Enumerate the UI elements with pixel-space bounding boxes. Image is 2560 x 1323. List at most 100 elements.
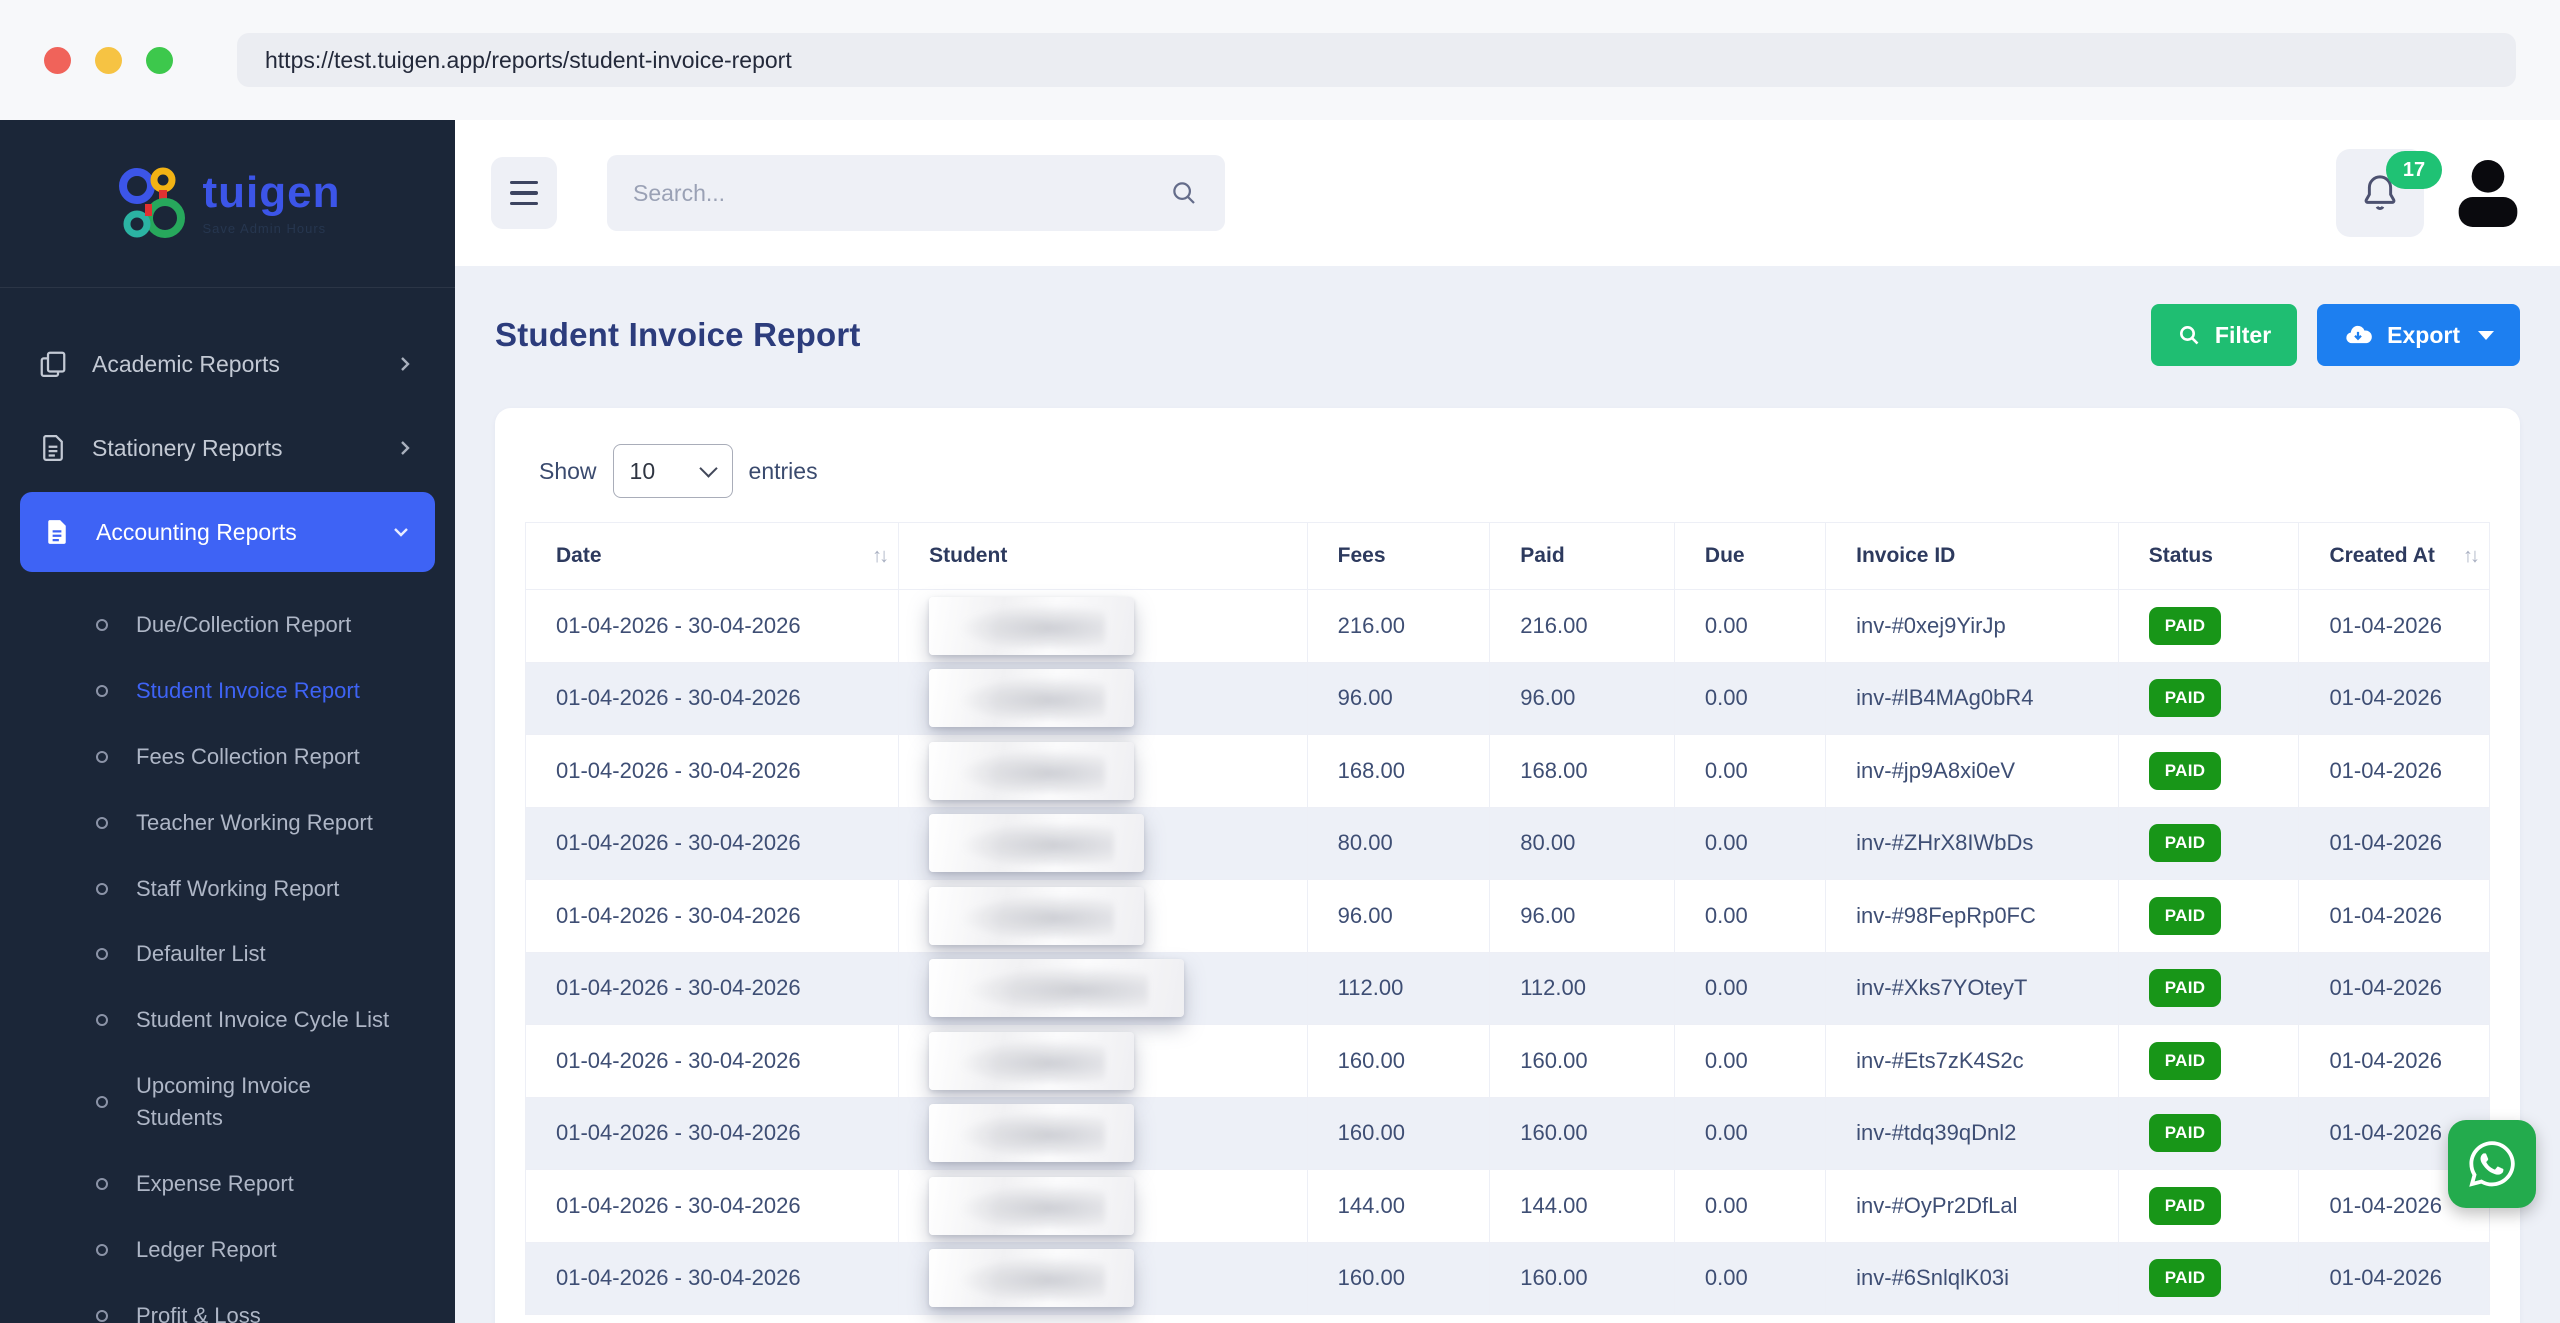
address-bar[interactable]: https://test.tuigen.app/reports/student-…	[237, 33, 2516, 87]
sidebar-item-upcoming-invoice-students[interactable]: Upcoming Invoice Students	[0, 1053, 455, 1151]
sidebar-item-expense-report[interactable]: Expense Report	[0, 1151, 455, 1217]
invoice-id-cell: inv-#OyPr2DfLal	[1825, 1169, 2119, 1243]
bullet-icon	[96, 1177, 108, 1190]
user-avatar[interactable]	[2448, 149, 2528, 237]
created-at-cell: 01-04-2026	[2298, 951, 2490, 1025]
status-badge: PAID	[2148, 824, 2222, 863]
show-label: Show	[539, 457, 597, 484]
sidebar-item-student-invoice-cycle-list[interactable]: Student Invoice Cycle List	[0, 987, 455, 1053]
column-header-invoice-id[interactable]: Invoice ID	[1825, 522, 2119, 590]
whatsapp-button[interactable]	[2448, 1120, 2536, 1208]
sidebar-item-staff-working-report[interactable]: Staff Working Report	[0, 856, 455, 922]
bullet-icon	[96, 1096, 108, 1109]
due-cell: 0.00	[1673, 1024, 1827, 1098]
sidebar-item-defaulter-list[interactable]: Defaulter List	[0, 921, 455, 987]
paid-cell: 144.00	[1489, 1169, 1675, 1243]
column-header-date[interactable]: ↑↓ Date	[524, 522, 900, 590]
chevron-right-icon	[401, 357, 410, 371]
sidebar-item-profit-loss[interactable]: Profit & Loss	[0, 1283, 455, 1323]
due-cell: 0.00	[1673, 661, 1827, 735]
status-cell: PAID	[2117, 1096, 2300, 1170]
created-at-cell: 01-04-2026	[2298, 1024, 2490, 1098]
column-header-created-at[interactable]: ↑↓ Created At	[2298, 522, 2490, 590]
sort-icon[interactable]: ↑↓	[2463, 545, 2480, 568]
bullet-icon	[96, 948, 108, 961]
column-header-paid[interactable]: Paid	[1489, 522, 1675, 590]
student-cell	[898, 1241, 1308, 1315]
status-cell: PAID	[2117, 951, 2300, 1025]
status-cell: PAID	[2117, 1241, 2300, 1315]
tuigen-logo-icon	[118, 167, 185, 238]
sidebar-toggle-button[interactable]	[491, 157, 557, 229]
search-icon[interactable]	[1169, 178, 1199, 208]
sidebar-item-due-collection-report[interactable]: Due/Collection Report	[0, 592, 455, 658]
status-badge: PAID	[2148, 969, 2222, 1008]
sidebar-item-teacher-working-report[interactable]: Teacher Working Report	[0, 790, 455, 856]
fees-cell: 96.00	[1306, 661, 1491, 735]
status-badge: PAID	[2148, 1259, 2222, 1298]
sidebar-item-accounting-reports[interactable]: Accounting Reports	[20, 492, 435, 572]
close-button[interactable]	[44, 46, 71, 74]
logo-wordmark: tuigen	[202, 168, 341, 217]
due-cell: 0.00	[1673, 1241, 1827, 1315]
paid-cell: 80.00	[1489, 806, 1675, 880]
invoice-id-cell: inv-#98FepRp0FC	[1825, 879, 2119, 953]
redacted-student-name	[929, 886, 1145, 945]
date-cell: 01-04-2026 - 30-04-2026	[524, 806, 900, 880]
column-header-due[interactable]: Due	[1673, 522, 1827, 590]
document-lines-icon	[43, 435, 63, 461]
notification-count-badge: 17	[2386, 151, 2442, 189]
zoom-button[interactable]	[146, 46, 173, 74]
search-input[interactable]	[633, 179, 1169, 207]
fees-cell: 80.00	[1306, 806, 1491, 880]
minimize-button[interactable]	[95, 46, 122, 74]
export-button[interactable]: Export	[2317, 304, 2520, 366]
student-cell	[898, 806, 1308, 880]
student-cell	[898, 734, 1308, 808]
notifications-button[interactable]: 17	[2336, 149, 2442, 237]
table-row: 01-04-2026 - 30-04-2026 96.00 96.00 0.00…	[524, 661, 2490, 735]
date-cell: 01-04-2026 - 30-04-2026	[524, 1024, 900, 1098]
sidebar-item-academic-reports[interactable]: Academic Reports	[0, 322, 455, 406]
sidebar-item-student-invoice-report[interactable]: Student Invoice Report	[0, 658, 455, 724]
filter-button[interactable]: Filter	[2150, 304, 2298, 366]
paid-cell: 96.00	[1489, 879, 1675, 953]
due-cell: 0.00	[1673, 1096, 1827, 1170]
column-header-student[interactable]: Student	[898, 522, 1308, 590]
invoice-id-cell: inv-#Ets7zK4S2c	[1825, 1024, 2119, 1098]
due-cell: 0.00	[1673, 879, 1827, 953]
date-cell: 01-04-2026 - 30-04-2026	[524, 734, 900, 808]
column-header-status[interactable]: Status	[2117, 522, 2300, 590]
due-cell: 0.00	[1673, 806, 1827, 880]
due-cell: 0.00	[1673, 951, 1827, 1025]
sort-icon[interactable]: ↑↓	[872, 545, 889, 568]
column-header-fees[interactable]: Fees	[1306, 522, 1491, 590]
page-size-select[interactable]: 10	[612, 444, 733, 498]
status-badge: PAID	[2148, 1186, 2222, 1225]
status-badge: PAID	[2148, 606, 2222, 645]
report-card: Show 10 entries ↑↓ Date Student Fees Pai…	[495, 408, 2520, 1323]
date-cell: 01-04-2026 - 30-04-2026	[524, 1169, 900, 1243]
fees-cell: 216.00	[1306, 589, 1491, 663]
sidebar-item-stationery-reports[interactable]: Stationery Reports	[0, 406, 455, 490]
status-cell: PAID	[2117, 589, 2300, 663]
window-controls	[44, 46, 173, 74]
due-cell: 0.00	[1673, 1169, 1827, 1243]
url-text: https://test.tuigen.app/reports/student-…	[265, 46, 792, 73]
chevron-down-icon	[394, 528, 408, 537]
sidebar-item-ledger-report[interactable]: Ledger Report	[0, 1217, 455, 1283]
student-cell	[898, 1024, 1308, 1098]
sidebar-item-fees-collection-report[interactable]: Fees Collection Report	[0, 724, 455, 790]
status-badge: PAID	[2148, 1114, 2222, 1153]
student-cell	[898, 1169, 1308, 1243]
date-cell: 01-04-2026 - 30-04-2026	[524, 589, 900, 663]
bullet-icon	[96, 684, 108, 697]
app-logo: tuigen Save Admin Hours	[0, 120, 455, 288]
invoice-id-cell: inv-#jp9A8xi0eV	[1825, 734, 2119, 808]
redacted-student-name	[929, 814, 1145, 873]
date-cell: 01-04-2026 - 30-04-2026	[524, 661, 900, 735]
paid-cell: 160.00	[1489, 1241, 1675, 1315]
redacted-student-name	[929, 741, 1135, 800]
student-cell	[898, 951, 1308, 1025]
created-at-cell: 01-04-2026	[2298, 1241, 2490, 1315]
